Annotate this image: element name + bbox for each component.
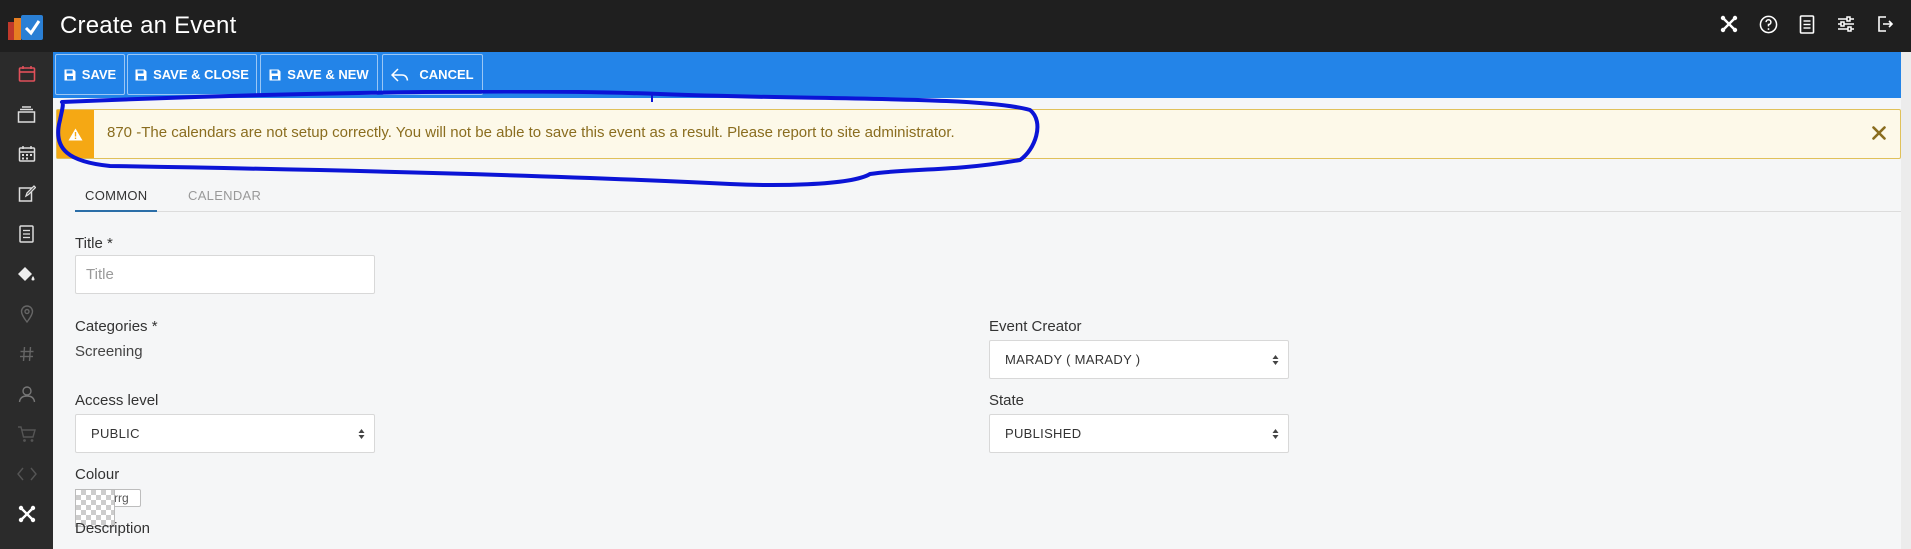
alert-message: 870 -The calendars are not setup correct…	[107, 124, 955, 141]
paint-bucket-icon[interactable]	[0, 254, 53, 294]
title-field	[75, 255, 375, 294]
save-button[interactable]: SAVE	[55, 54, 125, 95]
access-level-label: Access level	[75, 392, 159, 409]
form-tabs: COMMON CALENDAR	[75, 176, 1901, 212]
cart-icon[interactable]	[0, 414, 53, 454]
page-title: Create an Event	[60, 12, 237, 39]
save-close-label: SAVE & CLOSE	[153, 67, 249, 82]
cancel-label: CANCEL	[419, 67, 474, 82]
access-level-value: PUBLIC	[91, 426, 140, 441]
categories-value[interactable]: Screening	[75, 343, 143, 360]
tab-common[interactable]: COMMON	[85, 188, 147, 203]
edit-icon[interactable]	[0, 174, 53, 214]
help-icon[interactable]	[1758, 14, 1778, 34]
event-creator-label: Event Creator	[989, 318, 1082, 335]
select-arrows-icon	[358, 429, 365, 439]
scrollbar-track[interactable]	[1901, 52, 1911, 549]
colour-value: rrg	[114, 491, 129, 505]
code-icon[interactable]	[0, 454, 53, 494]
event-creator-value: MARADY ( MARADY )	[1005, 352, 1141, 367]
map-pin-icon[interactable]	[0, 294, 53, 334]
document-icon[interactable]	[0, 214, 53, 254]
action-toolbar: SAVE SAVE & CLOSE SAVE & NEW CANCEL	[53, 52, 1901, 98]
stack-icon[interactable]	[0, 94, 53, 134]
colour-label: Colour	[75, 466, 120, 483]
title-label: Title *	[75, 235, 113, 252]
close-icon[interactable]	[1868, 122, 1890, 144]
warning-icon	[57, 110, 94, 158]
categories-label: Categories *	[75, 318, 158, 335]
state-select[interactable]: PUBLISHED	[989, 414, 1289, 453]
sliders-icon[interactable]	[1836, 14, 1856, 34]
save-icon	[269, 69, 281, 80]
access-level-select[interactable]: PUBLIC	[75, 414, 375, 453]
joomla-icon[interactable]	[1719, 14, 1739, 34]
calendar-list-icon[interactable]	[0, 134, 53, 174]
save-new-label: SAVE & NEW	[287, 67, 369, 82]
user-icon[interactable]	[0, 374, 53, 414]
joomla-icon[interactable]	[0, 494, 53, 534]
event-creator-select[interactable]: MARADY ( MARADY )	[989, 340, 1289, 379]
logout-icon[interactable]	[1875, 14, 1895, 34]
calendar-icon[interactable]	[0, 54, 53, 94]
document-icon[interactable]	[1797, 14, 1817, 34]
save-icon	[135, 69, 147, 80]
hash-icon[interactable]	[0, 334, 53, 374]
save-icon	[64, 69, 76, 80]
reply-arrow-icon	[391, 67, 409, 82]
select-arrows-icon	[1272, 355, 1279, 365]
select-arrows-icon	[1272, 429, 1279, 439]
top-header: Create an Event	[0, 0, 1911, 52]
description-label: Description	[75, 520, 151, 537]
save-new-button[interactable]: SAVE & NEW	[260, 54, 378, 95]
left-sidebar	[0, 52, 53, 549]
title-input[interactable]	[76, 256, 374, 293]
tab-calendar[interactable]: CALENDAR	[188, 188, 261, 203]
app-logo-icon[interactable]	[6, 12, 46, 42]
save-close-button[interactable]: SAVE & CLOSE	[127, 54, 257, 95]
active-tab-indicator	[75, 210, 157, 212]
save-label: SAVE	[81, 67, 117, 82]
cancel-button[interactable]: CANCEL	[382, 54, 483, 95]
state-label: State	[989, 392, 1025, 409]
state-value: PUBLISHED	[1005, 426, 1082, 441]
warning-alert: 870 -The calendars are not setup correct…	[56, 109, 1901, 159]
